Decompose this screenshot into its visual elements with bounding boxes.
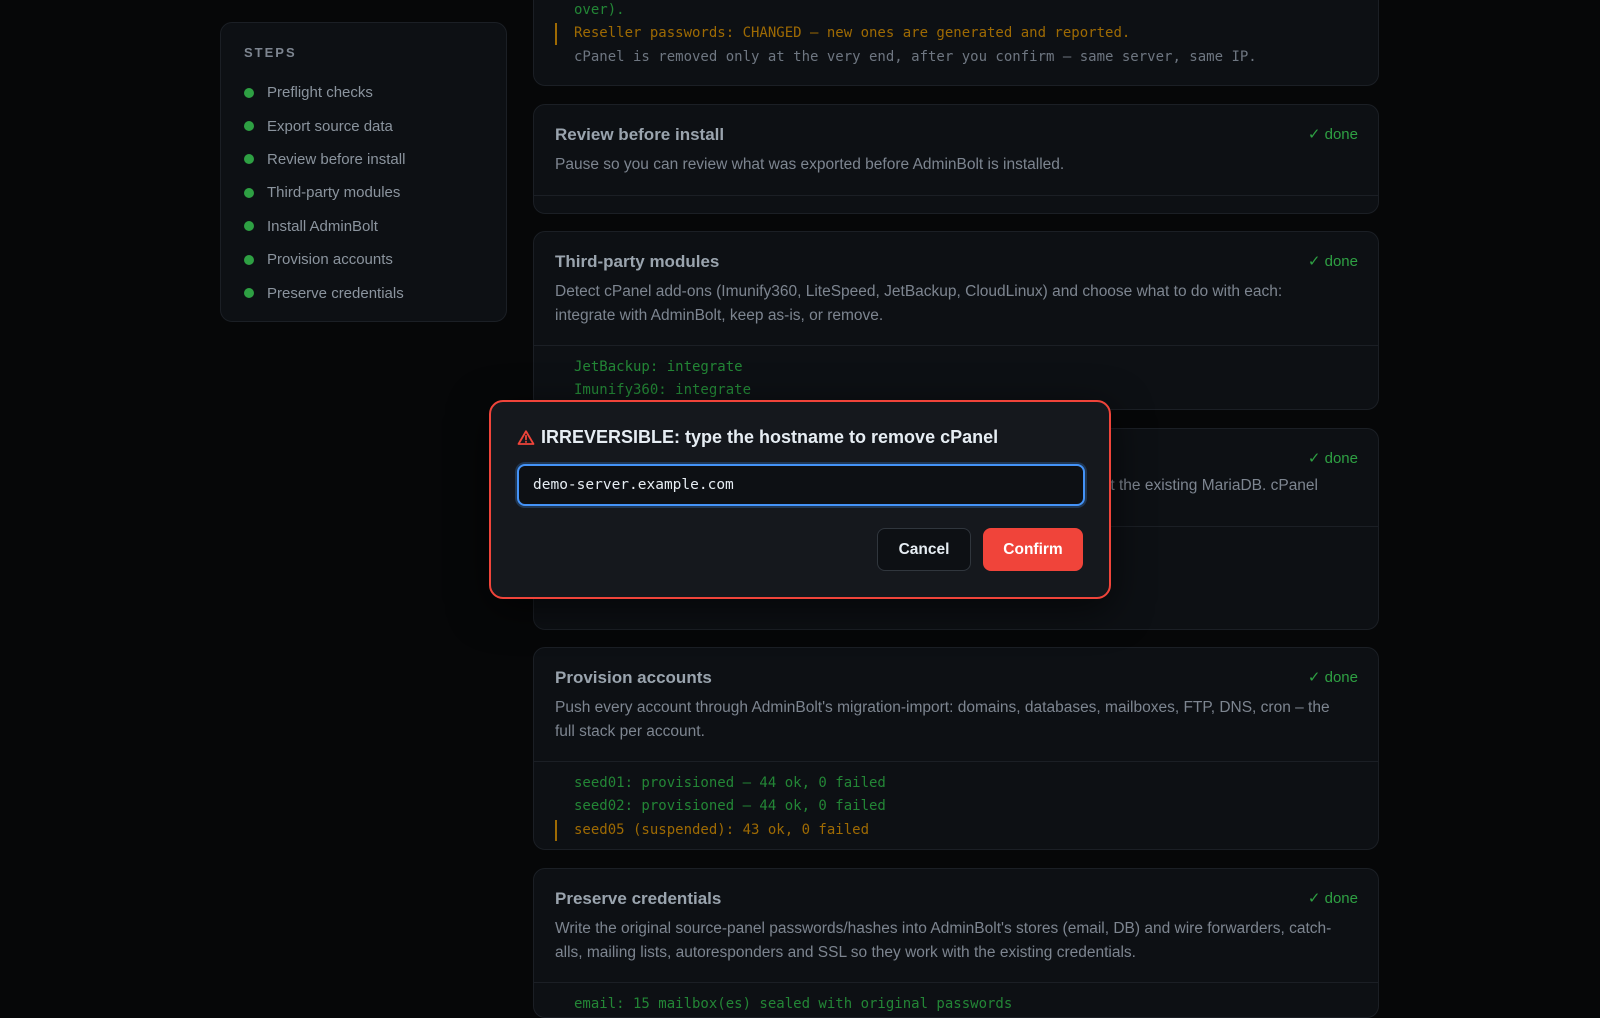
sidebar-step-preflight[interactable]: Preflight checks xyxy=(244,76,483,109)
sidebar-step-credentials[interactable]: Preserve credentials xyxy=(244,276,483,309)
status-badge: ✓ done xyxy=(1307,450,1358,467)
step-label: Preserve credentials xyxy=(267,284,404,302)
cancel-button[interactable]: Cancel xyxy=(877,528,971,571)
log-line: seed01: provisioned – 44 ok, 0 failed xyxy=(574,775,886,791)
step-label: Export source data xyxy=(267,117,393,135)
remove-cpanel-dialog: IRREVERSIBLE: type the hostname to remov… xyxy=(489,400,1111,599)
status-badge: ✓ done xyxy=(1307,669,1358,686)
sidebar-step-export[interactable]: Export source data xyxy=(244,109,483,142)
card-description: Write the original source-panel password… xyxy=(555,920,1332,961)
sidebar-step-install[interactable]: Install AdminBolt xyxy=(244,210,483,243)
sidebar-step-provision[interactable]: Provision accounts xyxy=(244,243,483,276)
step-done-dot-icon xyxy=(244,87,254,98)
step-label: Preflight checks xyxy=(267,84,373,102)
status-badge: ✓ done xyxy=(1307,253,1358,270)
credentials-card: Preserve credentials Write the original … xyxy=(533,868,1379,1018)
step-done-dot-icon xyxy=(244,154,254,165)
card-title: Preserve credentials xyxy=(555,889,722,908)
status-badge: ✓ done xyxy=(1307,890,1358,907)
card-description: Push every account through AdminBolt's m… xyxy=(555,699,1330,740)
card-description: Detect cPanel add-ons (Imunify360, LiteS… xyxy=(555,283,1283,324)
log-line: cPanel is removed only at the very end, … xyxy=(574,48,1257,65)
card-title: Review before install xyxy=(555,125,725,144)
log-line-warning: seed05 (suspended): 43 ok, 0 failed xyxy=(534,819,1378,842)
step-label: Third-party modules xyxy=(267,184,401,202)
hostname-input[interactable] xyxy=(517,464,1085,506)
modules-card: Third-party modules Detect cPanel add-on… xyxy=(533,231,1379,410)
log-line-warning: Reseller passwords: CHANGED — new ones a… xyxy=(534,22,1378,46)
log-line: over). xyxy=(574,2,625,18)
log-line: email: 15 mailbox(es) sealed with origin… xyxy=(574,996,1013,1012)
step-label: Review before install xyxy=(267,150,406,168)
status-badge: ✓ done xyxy=(1307,126,1358,143)
log-line: seed02: provisioned – 44 ok, 0 failed xyxy=(574,798,886,815)
card-title: Provision accounts xyxy=(555,668,712,687)
card-title: Third-party modules xyxy=(555,252,720,271)
confirm-button[interactable]: Confirm xyxy=(983,528,1083,571)
dialog-title-text: IRREVERSIBLE: type the hostname to remov… xyxy=(541,427,999,447)
review-card: Review before install Pause so you can r… xyxy=(533,104,1379,214)
step-label: Provision accounts xyxy=(267,251,393,269)
steps-sidebar: STEPS Preflight checks Export source dat… xyxy=(220,22,507,322)
step-label: Install AdminBolt xyxy=(267,217,378,235)
card-description: Pause so you can review what was exporte… xyxy=(555,156,1065,173)
export-card: over). Reseller passwords: CHANGED — new… xyxy=(533,0,1379,86)
step-done-dot-icon xyxy=(244,288,254,299)
step-done-dot-icon xyxy=(244,187,254,198)
steps-heading: STEPS xyxy=(244,45,297,60)
sidebar-step-modules[interactable]: Third-party modules xyxy=(244,176,483,209)
card-description: at the existing MariaDB. cPanel xyxy=(1101,477,1318,494)
step-done-dot-icon xyxy=(244,121,254,132)
warning-triangle-icon xyxy=(517,429,535,445)
provision-card: Provision accounts Push every account th… xyxy=(533,647,1379,850)
sidebar-step-review[interactable]: Review before install xyxy=(244,143,483,176)
dialog-title: IRREVERSIBLE: type the hostname to remov… xyxy=(517,427,1083,448)
step-done-dot-icon xyxy=(244,254,254,265)
step-done-dot-icon xyxy=(244,221,254,232)
log-line: JetBackup: integrate xyxy=(574,359,743,375)
